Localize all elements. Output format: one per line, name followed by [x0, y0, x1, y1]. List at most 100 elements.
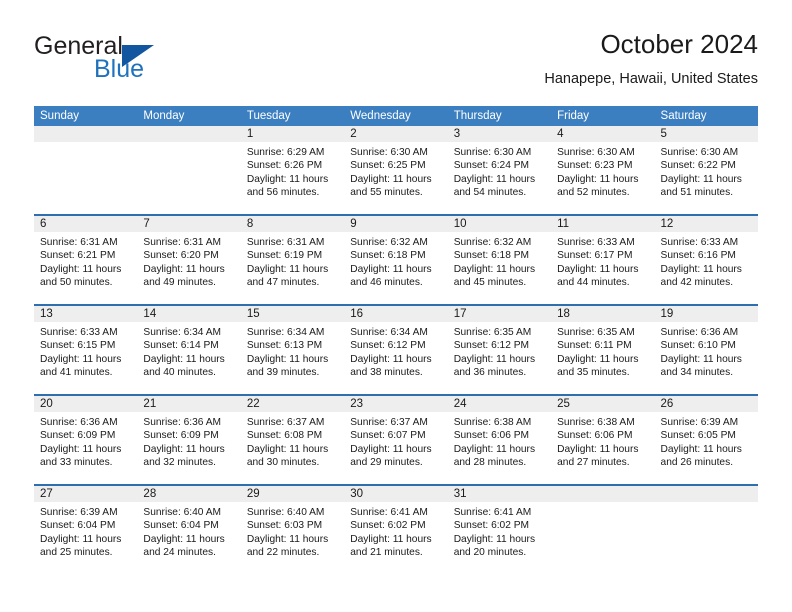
day-cell[interactable]: 4 Sunrise: 6:30 AM Sunset: 6:23 PM Dayli… [551, 126, 655, 214]
day-cell[interactable]: 23 Sunrise: 6:37 AM Sunset: 6:07 PM Dayl… [344, 396, 448, 484]
daylight-text-line1: Daylight: 11 hours [246, 173, 329, 185]
day-number: 2 [344, 126, 448, 142]
daylight-text-line1: Daylight: 11 hours [40, 353, 122, 365]
daylight-text-line2: and 39 minutes. [246, 367, 320, 379]
day-details: Sunrise: 6:40 AM Sunset: 6:04 PM Dayligh… [137, 502, 240, 560]
day-number [34, 126, 138, 142]
day-cell[interactable]: 1 Sunrise: 6:29 AM Sunset: 6:26 PM Dayli… [240, 126, 345, 214]
day-cell[interactable]: 16 Sunrise: 6:34 AM Sunset: 6:12 PM Dayl… [344, 306, 448, 394]
daylight-text-line2: and 44 minutes. [557, 277, 630, 289]
day-details: Sunrise: 6:39 AM Sunset: 6:04 PM Dayligh… [34, 502, 137, 560]
day-cell[interactable]: 11 Sunrise: 6:33 AM Sunset: 6:17 PM Dayl… [551, 216, 655, 304]
sunset-text: Sunset: 6:03 PM [246, 520, 323, 532]
day-cell[interactable]: 6 Sunrise: 6:31 AM Sunset: 6:21 PM Dayli… [34, 216, 138, 304]
daylight-text-line1: Daylight: 11 hours [453, 353, 536, 365]
daylight-text-line2: and 50 minutes. [40, 277, 113, 289]
day-cell[interactable]: 12 Sunrise: 6:33 AM Sunset: 6:16 PM Dayl… [654, 216, 758, 304]
daylight-text-line2: and 21 minutes. [350, 547, 423, 559]
day-cell[interactable]: 9 Sunrise: 6:32 AM Sunset: 6:18 PM Dayli… [344, 216, 448, 304]
day-cell[interactable]: 25 Sunrise: 6:38 AM Sunset: 6:06 PM Dayl… [551, 396, 655, 484]
sunset-text: Sunset: 6:07 PM [350, 430, 426, 442]
day-details: Sunrise: 6:39 AM Sunset: 6:05 PM Dayligh… [655, 412, 758, 470]
day-cell[interactable]: 3 Sunrise: 6:30 AM Sunset: 6:24 PM Dayli… [447, 126, 552, 214]
daylight-text-line2: and 55 minutes. [350, 187, 423, 199]
daylight-text-line2: and 49 minutes. [143, 277, 216, 289]
sunrise-text: Sunrise: 6:36 AM [40, 417, 118, 428]
sunrise-text: Sunrise: 6:30 AM [660, 147, 739, 158]
sunset-text: Sunset: 6:09 PM [143, 430, 219, 442]
day-cell[interactable]: 26 Sunrise: 6:39 AM Sunset: 6:05 PM Dayl… [654, 396, 758, 484]
day-cell[interactable]: 17 Sunrise: 6:35 AM Sunset: 6:12 PM Dayl… [447, 306, 552, 394]
day-number: 11 [551, 216, 655, 232]
sunrise-text: Sunrise: 6:36 AM [660, 327, 739, 338]
day-details: Sunrise: 6:33 AM Sunset: 6:15 PM Dayligh… [34, 322, 137, 380]
day-cell[interactable]: 18 Sunrise: 6:35 AM Sunset: 6:11 PM Dayl… [551, 306, 655, 394]
day-cell[interactable]: 28 Sunrise: 6:40 AM Sunset: 6:04 PM Dayl… [137, 486, 241, 574]
daylight-text-line1: Daylight: 11 hours [660, 443, 742, 455]
sunset-text: Sunset: 6:25 PM [350, 160, 426, 172]
sunset-text: Sunset: 6:02 PM [453, 520, 530, 532]
page-header: General Blue October 2024 Hanapepe, Hawa… [34, 28, 758, 96]
day-number: 21 [137, 396, 241, 412]
daylight-text-line2: and 33 minutes. [40, 457, 113, 469]
sunrise-text: Sunrise: 6:30 AM [350, 147, 428, 158]
daylight-text-line2: and 52 minutes. [557, 187, 630, 199]
sunrise-text: Sunrise: 6:37 AM [246, 417, 325, 428]
day-details [137, 142, 240, 146]
daylight-text-line2: and 38 minutes. [350, 367, 423, 379]
day-cell[interactable]: 8 Sunrise: 6:31 AM Sunset: 6:19 PM Dayli… [240, 216, 345, 304]
day-number: 14 [137, 306, 241, 322]
day-cell[interactable]: 15 Sunrise: 6:34 AM Sunset: 6:13 PM Dayl… [240, 306, 345, 394]
sunrise-text: Sunrise: 6:31 AM [143, 237, 222, 248]
weekday-header-row: Sunday Monday Tuesday Wednesday Thursday… [34, 106, 758, 126]
daylight-text-line1: Daylight: 11 hours [453, 173, 536, 185]
day-cell[interactable]: 20 Sunrise: 6:36 AM Sunset: 6:09 PM Dayl… [34, 396, 138, 484]
day-cell[interactable]: 29 Sunrise: 6:40 AM Sunset: 6:03 PM Dayl… [240, 486, 345, 574]
day-details: Sunrise: 6:38 AM Sunset: 6:06 PM Dayligh… [448, 412, 551, 470]
sunrise-text: Sunrise: 6:41 AM [350, 507, 428, 518]
daylight-text-line2: and 25 minutes. [40, 547, 113, 559]
day-cell[interactable]: 24 Sunrise: 6:38 AM Sunset: 6:06 PM Dayl… [447, 396, 552, 484]
daylight-text-line1: Daylight: 11 hours [246, 533, 329, 545]
calendar-week-row: 27 Sunrise: 6:39 AM Sunset: 6:04 PM Dayl… [34, 484, 758, 574]
daylight-text-line2: and 54 minutes. [453, 187, 527, 199]
daylight-text-line1: Daylight: 11 hours [143, 443, 225, 455]
daylight-text-line1: Daylight: 11 hours [350, 173, 432, 185]
sunrise-text: Sunrise: 6:30 AM [453, 147, 532, 158]
daylight-text-line2: and 45 minutes. [453, 277, 527, 289]
day-cell[interactable]: 5 Sunrise: 6:30 AM Sunset: 6:22 PM Dayli… [654, 126, 758, 214]
day-details: Sunrise: 6:30 AM Sunset: 6:25 PM Dayligh… [344, 142, 447, 200]
weekday-friday: Friday [557, 110, 590, 122]
day-cell[interactable]: 30 Sunrise: 6:41 AM Sunset: 6:02 PM Dayl… [344, 486, 448, 574]
day-cell[interactable]: 22 Sunrise: 6:37 AM Sunset: 6:08 PM Dayl… [240, 396, 345, 484]
daylight-text-line1: Daylight: 11 hours [453, 533, 536, 545]
sunset-text: Sunset: 6:17 PM [557, 250, 633, 262]
day-cell[interactable]: 10 Sunrise: 6:32 AM Sunset: 6:18 PM Dayl… [447, 216, 552, 304]
day-details [655, 502, 758, 506]
day-cell[interactable]: 7 Sunrise: 6:31 AM Sunset: 6:20 PM Dayli… [137, 216, 241, 304]
sunset-text: Sunset: 6:06 PM [557, 430, 633, 442]
day-cell[interactable]: 19 Sunrise: 6:36 AM Sunset: 6:10 PM Dayl… [654, 306, 758, 394]
daylight-text-line1: Daylight: 11 hours [246, 263, 329, 275]
day-cell[interactable]: 27 Sunrise: 6:39 AM Sunset: 6:04 PM Dayl… [34, 486, 138, 574]
sunset-text: Sunset: 6:19 PM [246, 250, 323, 262]
general-blue-logo[interactable]: General Blue [34, 32, 254, 92]
day-number: 10 [447, 216, 552, 232]
sunrise-text: Sunrise: 6:32 AM [453, 237, 532, 248]
day-number: 25 [551, 396, 655, 412]
daylight-text-line2: and 56 minutes. [246, 187, 320, 199]
day-details: Sunrise: 6:34 AM Sunset: 6:12 PM Dayligh… [344, 322, 447, 380]
sunset-text: Sunset: 6:22 PM [660, 160, 736, 172]
day-cell[interactable]: 21 Sunrise: 6:36 AM Sunset: 6:09 PM Dayl… [137, 396, 241, 484]
day-cell[interactable]: 2 Sunrise: 6:30 AM Sunset: 6:25 PM Dayli… [344, 126, 448, 214]
sunset-text: Sunset: 6:21 PM [40, 250, 116, 262]
day-details: Sunrise: 6:34 AM Sunset: 6:14 PM Dayligh… [137, 322, 240, 380]
day-cell[interactable]: 13 Sunrise: 6:33 AM Sunset: 6:15 PM Dayl… [34, 306, 138, 394]
sunset-text: Sunset: 6:26 PM [246, 160, 323, 172]
day-cell[interactable]: 31 Sunrise: 6:41 AM Sunset: 6:02 PM Dayl… [447, 486, 552, 574]
daylight-text-line1: Daylight: 11 hours [557, 443, 639, 455]
day-details: Sunrise: 6:30 AM Sunset: 6:22 PM Dayligh… [655, 142, 758, 200]
day-cell[interactable]: 14 Sunrise: 6:34 AM Sunset: 6:14 PM Dayl… [137, 306, 241, 394]
day-number [551, 486, 655, 502]
sunset-text: Sunset: 6:18 PM [350, 250, 426, 262]
